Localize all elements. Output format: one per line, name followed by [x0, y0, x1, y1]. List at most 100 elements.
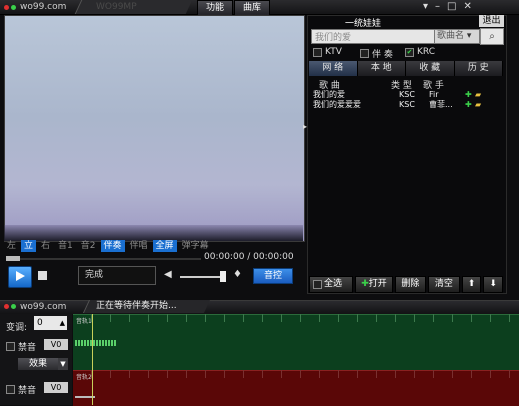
list-item[interactable]: 我们的爱爱爱 KSC 曹菲... ✚ ▰ — [309, 100, 503, 109]
effect-button[interactable]: 效果 — [18, 358, 58, 370]
search-type-select[interactable]: 歌曲名 ▾ — [434, 29, 480, 44]
krc-checkbox[interactable]: ✔ — [405, 47, 414, 57]
video-mode-tabs: 左立右音1 音2 伴奏 伴唱 全屏 弹字幕 — [4, 240, 212, 252]
track1-mute-label: 禁音 — [18, 343, 37, 353]
features-menu-button[interactable]: 功能 — [197, 0, 233, 16]
folder-icon[interactable]: ▰ — [475, 100, 481, 109]
recorder-logo: wo99.com — [4, 300, 66, 313]
source-tabs: 网 络 本 地 收 藏 历 史 — [309, 61, 503, 76]
open-label: 打开 — [368, 279, 387, 289]
video-tab[interactable]: 全屏 — [152, 240, 177, 252]
track2-mute-label: 禁音 — [18, 386, 37, 396]
song-title: 我们的爱 — [313, 90, 345, 99]
minimize-icon[interactable]: – — [435, 0, 440, 13]
volume-thumb[interactable] — [219, 271, 226, 282]
video-tab[interactable]: 音1 — [55, 240, 76, 252]
maximize-icon[interactable]: □ — [447, 0, 456, 13]
status-display: 完成 — [78, 266, 156, 285]
volume-slider[interactable] — [180, 276, 225, 278]
pitch-control-button[interactable]: 音控 — [253, 268, 293, 284]
track2-mute[interactable]: 禁音 — [6, 383, 36, 396]
add-icon[interactable]: ✚ — [465, 100, 472, 109]
select-all-checkbox[interactable] — [313, 280, 322, 289]
search-icon[interactable]: ⌕ — [480, 28, 504, 45]
logo-text: wo99.com — [20, 2, 67, 12]
filter-accompaniment[interactable]: 伴 奏 — [360, 47, 393, 60]
video-tab[interactable]: 伴唱 — [127, 240, 151, 252]
video-tab[interactable]: 音2 — [78, 240, 99, 252]
stepper-arrows-icon[interactable]: ▲ — [60, 316, 65, 330]
select-all[interactable]: 全选 — [309, 276, 354, 293]
time-display: 00:00:00 / 00:00:00 — [204, 252, 294, 262]
song-singer: Fir — [429, 90, 439, 99]
recorder-title-bar — [0, 300, 519, 314]
video-tab[interactable]: 右 — [38, 240, 53, 252]
tab-network[interactable]: 网 络 — [309, 61, 358, 76]
track2-volume[interactable]: V0 — [44, 382, 68, 393]
folder-icon[interactable]: ▰ — [475, 90, 481, 99]
stop-button[interactable] — [38, 271, 47, 280]
song-list-header: 歌 曲 类 型 歌 手 — [309, 78, 503, 91]
add-icon[interactable]: ✚ — [465, 90, 472, 99]
library-menu-button[interactable]: 曲库 — [234, 0, 270, 16]
delete-button[interactable]: 删除 — [394, 276, 427, 293]
track1-mute-checkbox[interactable] — [6, 342, 15, 351]
track2-label: 音轨2 — [76, 374, 92, 381]
tab-history[interactable]: 历 史 — [454, 61, 503, 76]
effect-dropdown-icon[interactable]: ▼ — [58, 358, 68, 370]
video-tab[interactable]: 伴奏 — [100, 240, 125, 252]
app-logo: wo99.com — [4, 0, 66, 14]
move-down-icon[interactable]: ⬇ — [483, 276, 504, 293]
search-input[interactable] — [311, 29, 437, 44]
song-singer: 曹菲... — [429, 100, 453, 109]
logo-dot-red-icon — [4, 4, 9, 10]
filter-krc[interactable]: ✔ KRC — [405, 47, 435, 57]
progress-track[interactable] — [6, 258, 201, 260]
video-tab[interactable]: 立 — [21, 240, 37, 252]
close-icon[interactable]: ✕ — [463, 0, 471, 13]
accompaniment-checkbox[interactable] — [360, 49, 369, 58]
recorder-status: 正在等待伴奏开始... — [96, 301, 177, 311]
window-controls: ▾ – □ ✕ — [423, 0, 472, 13]
song-type: KSC — [399, 90, 415, 99]
krc-label: KRC — [417, 47, 435, 57]
pitch-value: 0 — [37, 318, 43, 328]
logo-dot-red-icon — [4, 304, 9, 309]
track2-mute-checkbox[interactable] — [6, 385, 15, 394]
list-item[interactable]: 我们的爱 KSC Fir ✚ ▰ — [309, 90, 503, 99]
track1-mute[interactable]: 禁音 — [6, 340, 36, 353]
video-tab[interactable]: 左 — [4, 240, 19, 252]
logo-text: wo99.com — [20, 301, 67, 312]
video-tab[interactable]: 弹字幕 — [179, 240, 212, 252]
select-all-label: 全选 — [324, 279, 343, 289]
exit-button[interactable]: 退出 — [479, 15, 504, 27]
chevron-down-icon: ▾ — [464, 31, 472, 41]
microphone-icon[interactable]: ♦ — [233, 269, 242, 280]
progress-thumb[interactable] — [6, 256, 20, 261]
logo-dot-green-icon — [11, 4, 16, 10]
track1-volume[interactable]: V0 — [44, 339, 68, 350]
filter-ktv[interactable]: KTV — [313, 47, 342, 57]
open-button[interactable]: ✚打开 — [355, 276, 393, 293]
logo-dot-green-icon — [11, 304, 16, 309]
skin-label: WO99MP — [96, 2, 137, 12]
ktv-checkbox[interactable] — [313, 47, 322, 57]
video-display[interactable] — [4, 15, 305, 242]
playhead-cursor[interactable] — [92, 314, 93, 405]
video-fade — [4, 225, 303, 241]
tab-favorites[interactable]: 收 藏 — [406, 61, 455, 76]
speaker-icon[interactable]: ◀ — [164, 269, 172, 280]
pitch-label: 变调: — [6, 323, 28, 333]
move-up-icon[interactable]: ⬆ — [461, 276, 482, 293]
tab-local[interactable]: 本 地 — [357, 61, 406, 76]
vocal-track-lane[interactable] — [73, 314, 519, 370]
play-icon — [16, 271, 25, 281]
track1-label: 音轨1 — [76, 318, 92, 325]
clear-button[interactable]: 清空 — [428, 276, 460, 293]
menu-down-icon[interactable]: ▾ — [423, 0, 428, 13]
track1-ruler — [73, 314, 519, 322]
ktv-label: KTV — [325, 47, 342, 57]
pitch-stepper[interactable]: 0 ▲ — [34, 316, 67, 330]
song-list: 我们的爱 KSC Fir ✚ ▰ 我们的爱爱爱 KSC 曹菲... ✚ ▰ — [309, 90, 503, 110]
panel-title: 一统娃娃 — [345, 19, 382, 29]
